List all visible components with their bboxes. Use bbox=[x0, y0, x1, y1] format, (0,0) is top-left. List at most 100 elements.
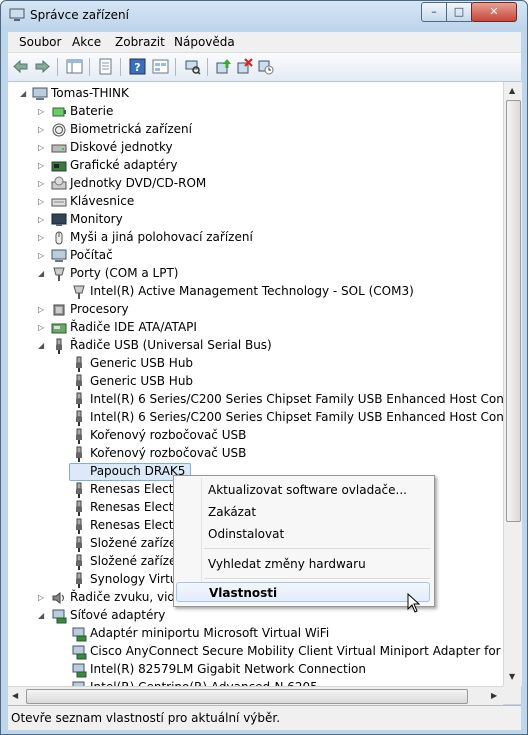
tree-view-icon[interactable] bbox=[66, 58, 83, 75]
tree-row-label: Kořenový rozbočovač USB bbox=[90, 446, 247, 460]
maximize-button[interactable]: □ bbox=[446, 2, 472, 22]
tree-row-7[interactable]: ▷ Myši a jiná polohovací zařízení bbox=[8, 229, 503, 247]
tree-row-0[interactable]: ▷ Baterie bbox=[8, 103, 503, 121]
fingerprint-icon bbox=[52, 123, 66, 137]
uninstall-icon[interactable] bbox=[236, 58, 253, 75]
menu-uninstall[interactable]: Odinstalovat bbox=[176, 524, 430, 544]
tree-row-label: Síťové adaptéry bbox=[70, 608, 166, 622]
usb-icon bbox=[76, 572, 82, 588]
network-adapter-icon bbox=[72, 663, 87, 678]
collapse-arrow-icon[interactable]: ◢ bbox=[38, 611, 46, 621]
port-icon bbox=[53, 267, 65, 281]
collapse-arrow-icon[interactable]: ◢ bbox=[38, 341, 46, 351]
expand-arrow-icon[interactable]: ▷ bbox=[38, 107, 46, 117]
tree-row-4[interactable]: ▷ Jednotky DVD/CD-ROM bbox=[8, 175, 503, 193]
expand-arrow-icon[interactable]: ▷ bbox=[38, 143, 46, 153]
tree-row-label: Diskové jednotky bbox=[70, 140, 173, 154]
forward-arrow-icon[interactable] bbox=[34, 58, 51, 75]
menu-help[interactable]: Nápověda bbox=[174, 35, 235, 49]
scroll-up-icon[interactable]: ▲ bbox=[509, 86, 515, 95]
tree-row-31[interactable]: Intel(R) 82579LM Gigabit Network Connect… bbox=[8, 661, 503, 679]
tree-row-root[interactable]: ◢ Tomas-THINK bbox=[8, 85, 503, 103]
tree-row-9[interactable]: ◢ Porty (COM a LPT) bbox=[8, 265, 503, 283]
close-button[interactable]: ✕ bbox=[471, 2, 517, 22]
tree-row-29[interactable]: Adaptér miniportu Microsoft Virtual WiFi bbox=[8, 625, 503, 643]
properties-icon[interactable] bbox=[97, 58, 114, 75]
vertical-scroll-thumb[interactable] bbox=[506, 100, 521, 522]
usb-icon bbox=[76, 356, 82, 372]
help-icon[interactable]: ? bbox=[129, 58, 146, 75]
expand-arrow-icon[interactable]: ▷ bbox=[38, 305, 46, 315]
tree-row-label: Tomas-THINK bbox=[51, 86, 129, 100]
menu-properties[interactable]: Vlastnosti bbox=[176, 582, 430, 602]
menu-update-driver[interactable]: Aktualizovat software ovladače... bbox=[176, 480, 430, 500]
tree-row-8[interactable]: ▷ Počítač bbox=[8, 247, 503, 265]
tree-row-30[interactable]: Cisco AnyConnect Secure Mobility Client … bbox=[8, 643, 503, 661]
tree-row-28[interactable]: ◢ Síťové adaptéry bbox=[8, 607, 503, 625]
collapse-arrow-icon[interactable]: ◢ bbox=[38, 269, 46, 279]
disable-icon[interactable] bbox=[257, 58, 274, 75]
computer-icon bbox=[32, 87, 48, 100]
horizontal-scrollbar[interactable]: ◀ ▶ bbox=[8, 686, 503, 705]
tree-row-2[interactable]: ▷ Diskové jednotky bbox=[8, 139, 503, 157]
tree-row-15[interactable]: Generic USB Hub bbox=[8, 373, 503, 391]
disk-drive-icon bbox=[51, 144, 67, 153]
usb-icon bbox=[76, 374, 82, 390]
tree-row-18[interactable]: Kořenový rozbočovač USB bbox=[8, 427, 503, 445]
horizontal-scroll-thumb[interactable] bbox=[26, 689, 468, 704]
expand-arrow-icon[interactable]: ▷ bbox=[38, 251, 46, 261]
title-bar[interactable]: Správce zařízení – □ ✕ bbox=[1, 1, 527, 31]
tree-row-label: Synology Virtua bbox=[90, 572, 185, 586]
tree-row-3[interactable]: ▷ Grafické adaptéry bbox=[8, 157, 503, 175]
network-adapter-icon bbox=[52, 609, 67, 624]
expand-arrow-icon[interactable]: ▷ bbox=[38, 323, 46, 333]
menu-disable[interactable]: Zakázat bbox=[176, 502, 430, 522]
expand-arrow-icon[interactable]: ▷ bbox=[38, 125, 46, 135]
menu-action[interactable]: Akce bbox=[72, 35, 101, 49]
tree-row-label: Porty (COM a LPT) bbox=[70, 266, 179, 280]
tree-row-13[interactable]: ◢ Řadiče USB (Universal Serial Bus) bbox=[8, 337, 503, 355]
tree-row-17[interactable]: Intel(R) 6 Series/C200 Series Chipset Fa… bbox=[8, 409, 503, 427]
toolbar: ? bbox=[8, 53, 521, 82]
tree-row-12[interactable]: ▷ Řadiče IDE ATA/ATAPI bbox=[8, 319, 503, 337]
tree-row-10[interactable]: Intel(R) Active Management Technology - … bbox=[8, 283, 503, 301]
tree-row-5[interactable]: ▷ Klávesnice bbox=[8, 193, 503, 211]
device-manager-icon bbox=[9, 8, 25, 21]
expand-arrow-icon[interactable]: ▷ bbox=[38, 161, 46, 171]
expand-arrow-icon[interactable]: ▷ bbox=[38, 233, 46, 243]
expand-arrow-icon[interactable]: ▷ bbox=[38, 593, 46, 603]
menu-separator bbox=[204, 548, 430, 549]
tree-row-label: Papouch DRAK5 bbox=[90, 464, 186, 478]
mouse-cursor-icon bbox=[407, 593, 421, 613]
dvd-drive-icon bbox=[51, 176, 67, 190]
scroll-down-icon[interactable]: ▼ bbox=[509, 672, 515, 681]
usb-icon bbox=[76, 392, 82, 408]
update-driver-icon[interactable] bbox=[215, 58, 232, 75]
menu-scan-hardware[interactable]: Vyhledat změny hardwaru bbox=[176, 554, 430, 574]
tree-row-19[interactable]: Kořenový rozbočovač USB bbox=[8, 445, 503, 463]
usb-icon bbox=[76, 410, 82, 426]
vertical-scrollbar[interactable]: ▲ ▼ bbox=[503, 82, 522, 686]
tree-row-11[interactable]: ▷ Procesory bbox=[8, 301, 503, 319]
tree-row-16[interactable]: Intel(R) 6 Series/C200 Series Chipset Fa… bbox=[8, 391, 503, 409]
tree-row-1[interactable]: ▷ Biometrická zařízení bbox=[8, 121, 503, 139]
menu-file[interactable]: Soubor bbox=[19, 35, 61, 49]
view-icon[interactable] bbox=[152, 58, 169, 75]
usb-icon bbox=[76, 536, 82, 552]
tree-row-label: Cisco AnyConnect Secure Mobility Client … bbox=[90, 644, 503, 658]
usb-icon bbox=[76, 500, 82, 516]
collapse-arrow-icon[interactable]: ◢ bbox=[20, 89, 28, 99]
expand-arrow-icon[interactable]: ▷ bbox=[38, 215, 46, 225]
back-arrow-icon[interactable] bbox=[12, 58, 29, 75]
menu-view[interactable]: Zobrazit bbox=[115, 35, 165, 49]
scroll-right-icon[interactable]: ▶ bbox=[491, 691, 497, 700]
minimize-button[interactable]: – bbox=[421, 2, 447, 22]
scan-hardware-icon[interactable] bbox=[184, 58, 201, 75]
expand-arrow-icon[interactable]: ▷ bbox=[38, 179, 46, 189]
tree-row-6[interactable]: ▷ Monitory bbox=[8, 211, 503, 229]
usb-icon bbox=[76, 518, 82, 534]
expand-arrow-icon[interactable]: ▷ bbox=[38, 197, 46, 207]
tree-row-14[interactable]: Generic USB Hub bbox=[8, 355, 503, 373]
tree-row-32[interactable]: Intel(R) Centrino(R) Advanced-N 6205 bbox=[8, 679, 503, 686]
scroll-left-icon[interactable]: ◀ bbox=[12, 691, 18, 700]
